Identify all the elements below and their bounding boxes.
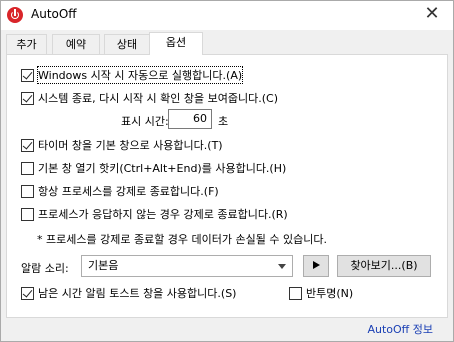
toast-checkbox[interactable] — [21, 286, 34, 300]
force-unresponsive-option[interactable]: 프로세스가 응답하지 않는 경우 강제로 종료합니다.(R) — [21, 206, 288, 222]
timer-window-label: 타이머 창을 기본 창으로 사용합니다.(T) — [38, 139, 223, 152]
autostart-label: Windows 시작 시 자동으로 실행합니다.(A) — [36, 66, 244, 84]
toast-label: 남은 시간 알림 토스트 창을 사용합니다.(S) — [38, 287, 237, 300]
alarm-sound-label: 알람 소리: — [21, 262, 69, 275]
display-time-input[interactable]: 60 — [168, 109, 212, 129]
title-bar: AutoOff ✕ — [1, 1, 453, 30]
force-close-checkbox[interactable] — [21, 184, 34, 198]
options-panel: Windows 시작 시 자동으로 실행합니다.(A) 시스템 종료, 다시 시… — [6, 54, 448, 318]
toast-option[interactable]: 남은 시간 알림 토스트 창을 사용합니다.(S) — [21, 285, 236, 301]
confirm-label: 시스템 종료, 다시 시작 시 확인 창을 보여줍니다.(C) — [38, 92, 279, 105]
tab-status[interactable]: 상태 — [104, 34, 150, 54]
tab-schedule[interactable]: 예약 — [52, 34, 100, 54]
timer-window-option[interactable]: 타이머 창을 기본 창으로 사용합니다.(T) — [21, 137, 223, 153]
autostart-checkbox[interactable] — [21, 68, 34, 82]
about-link[interactable]: AutoOff 정보 — [367, 321, 433, 337]
hotkey-checkbox[interactable] — [21, 161, 34, 175]
close-button[interactable]: ✕ — [417, 3, 447, 27]
tab-options[interactable]: 옵션 — [149, 32, 203, 55]
hotkey-label: 기본 창 열기 핫키(Ctrl+Alt+End)를 사용합니다.(H) — [38, 162, 287, 175]
window-title: AutoOff — [31, 7, 77, 21]
display-time-label: 표시 시간: — [121, 115, 169, 128]
translucent-option[interactable]: 반투명(N) — [289, 285, 353, 301]
force-unresponsive-label: 프로세스가 응답하지 않는 경우 강제로 종료합니다.(R) — [38, 208, 288, 221]
tab-add[interactable]: 추가 — [6, 34, 47, 54]
alarm-sound-value: 기본음 — [88, 259, 119, 272]
data-loss-warning: * 프로세스를 강제로 종료할 경우 데이터가 손실될 수 있습니다. — [37, 233, 327, 246]
chevron-down-icon — [278, 264, 286, 269]
play-icon — [312, 261, 320, 269]
alarm-sound-select[interactable]: 기본음 — [81, 255, 293, 277]
browse-button[interactable]: 찾아보기...(B) — [337, 255, 431, 277]
app-window: AutoOff ✕ 추가 예약 상태 옵션 Windows 시작 시 자동으로 … — [0, 0, 454, 342]
play-sound-button[interactable] — [303, 255, 329, 277]
display-time-unit: 초 — [218, 115, 229, 128]
force-close-label: 항상 프로세스를 강제로 종료합니다.(F) — [38, 185, 219, 198]
force-close-option[interactable]: 항상 프로세스를 강제로 종료합니다.(F) — [21, 183, 219, 199]
confirm-checkbox[interactable] — [21, 91, 34, 105]
power-icon — [7, 7, 23, 23]
autostart-option[interactable]: Windows 시작 시 자동으로 실행합니다.(A) — [21, 66, 244, 84]
translucent-label: 반투명(N) — [306, 287, 354, 300]
translucent-checkbox[interactable] — [289, 286, 302, 300]
timer-window-checkbox[interactable] — [21, 138, 34, 152]
confirm-option[interactable]: 시스템 종료, 다시 시작 시 확인 창을 보여줍니다.(C) — [21, 90, 278, 106]
hotkey-option[interactable]: 기본 창 열기 핫키(Ctrl+Alt+End)를 사용합니다.(H) — [21, 160, 286, 176]
force-unresponsive-checkbox[interactable] — [21, 207, 34, 221]
